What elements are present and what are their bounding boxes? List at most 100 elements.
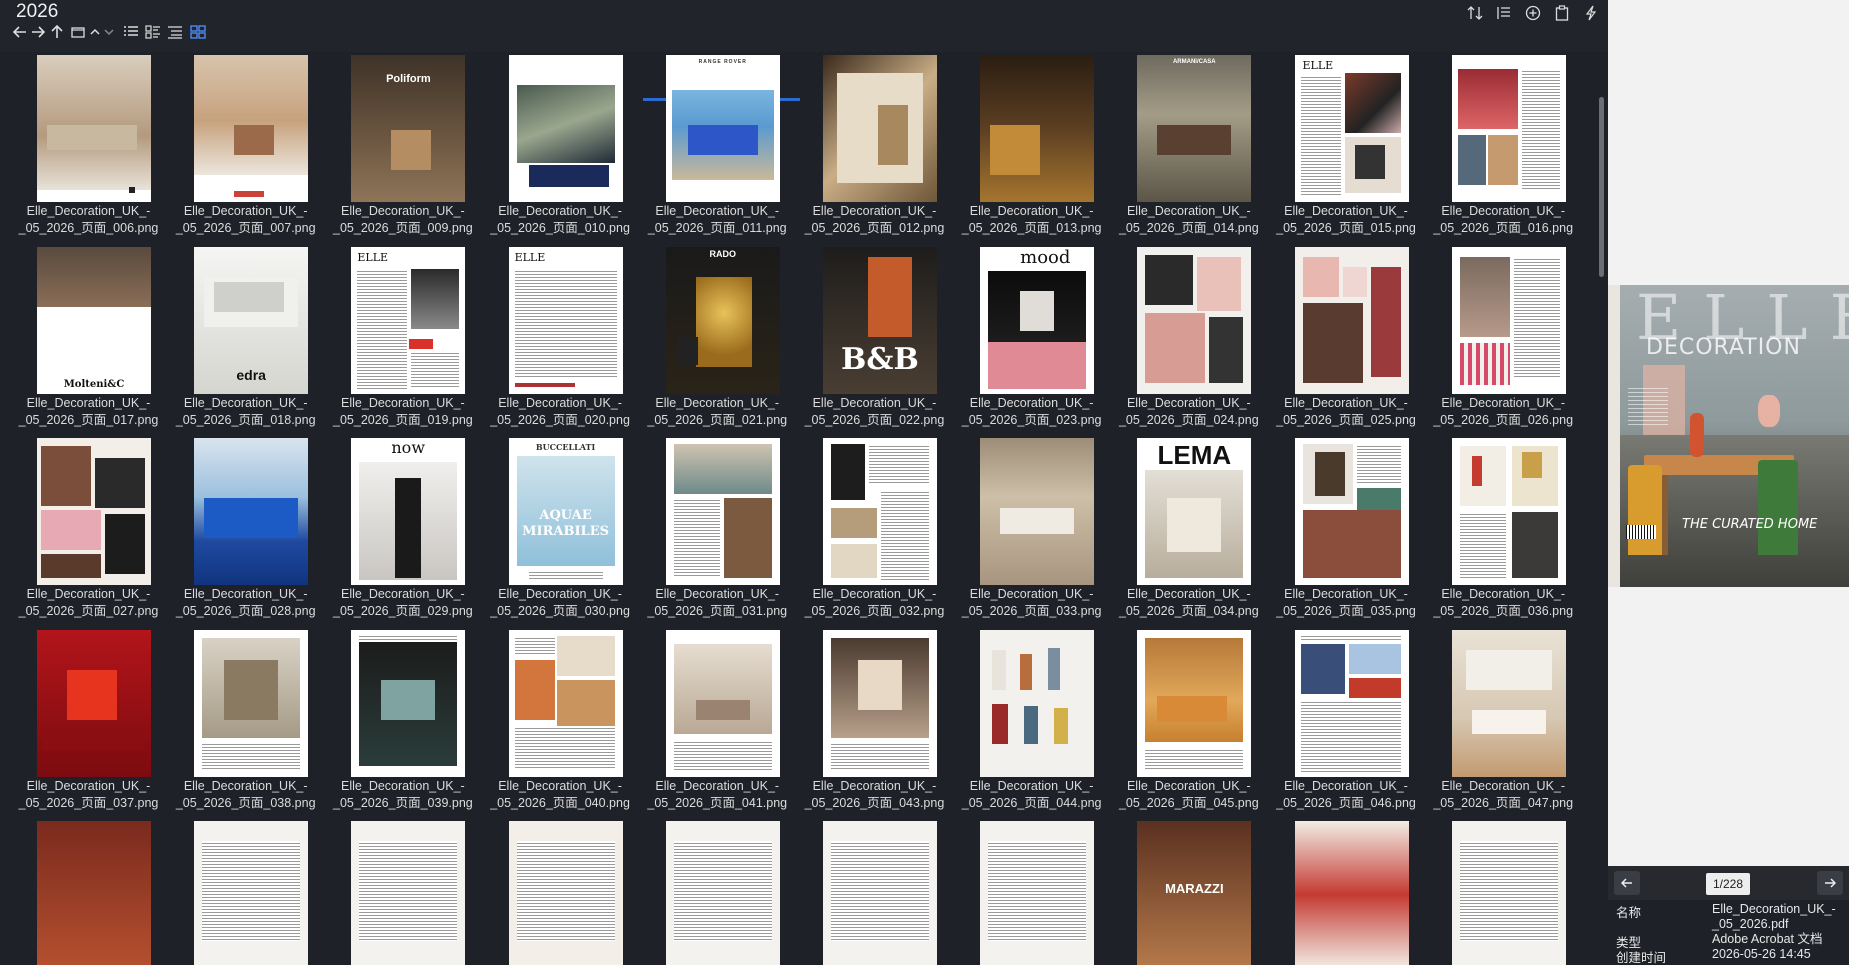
- lightning-icon[interactable]: [1582, 4, 1600, 22]
- file-thumbnail[interactable]: [1294, 629, 1409, 777]
- file-thumbnail[interactable]: [37, 55, 151, 202]
- file-thumbnail[interactable]: [822, 55, 937, 202]
- file-thumbnail[interactable]: mood: [980, 246, 1095, 394]
- file-item[interactable]: Elle_Decoration_UK_- _05_2026_页面_028.png: [167, 435, 324, 626]
- file-item[interactable]: Elle_Decoration_UK_- _05_2026_页面_025.png: [1268, 244, 1425, 435]
- file-item[interactable]: edra Elle_Decoration_UK_- _05_2026_页面_018.…: [167, 244, 324, 435]
- file-item[interactable]: Elle_Decoration_UK_- _05_2026_页面_046.png: [1268, 627, 1425, 818]
- file-item[interactable]: Elle_Decoration_UK_- _05_2026_页面_010.png: [482, 52, 639, 243]
- columns-icon[interactable]: [1495, 4, 1513, 22]
- file-item[interactable]: ELLE Elle_Decoration_UK_- _05_2026_页面_020.…: [482, 244, 639, 435]
- file-item[interactable]: Poliform Elle_Decoration_UK_- _05_2026_页面_…: [324, 52, 481, 243]
- file-item[interactable]: Elle_Decoration_UK_- _05_2026_页面_032.png: [796, 435, 953, 626]
- file-item-partial[interactable]: [1425, 818, 1582, 965]
- file-item[interactable]: Elle_Decoration_UK_- _05_2026_页面_007.png: [167, 52, 324, 243]
- file-item-partial[interactable]: [167, 818, 324, 965]
- file-item-partial[interactable]: [10, 818, 167, 965]
- file-item[interactable]: Elle_Decoration_UK_- _05_2026_页面_031.png: [639, 435, 796, 626]
- file-item-partial[interactable]: [953, 818, 1110, 965]
- file-item[interactable]: Elle_Decoration_UK_- _05_2026_页面_040.png: [482, 627, 639, 818]
- file-item[interactable]: Elle_Decoration_UK_- _05_2026_页面_027.png: [10, 435, 167, 626]
- file-item-partial[interactable]: [324, 818, 481, 965]
- file-thumbnail[interactable]: [194, 438, 309, 586]
- file-item[interactable]: ELLE Elle_Decoration_UK_- _05_2026_页面_015.…: [1268, 52, 1425, 243]
- file-item[interactable]: Elle_Decoration_UK_- _05_2026_页面_012.png: [796, 52, 953, 243]
- file-item[interactable]: Elle_Decoration_UK_- _05_2026_页面_013.png: [953, 52, 1110, 243]
- file-item-partial[interactable]: MARAZZI: [1110, 818, 1267, 965]
- file-item[interactable]: Elle_Decoration_UK_- _05_2026_页面_016.png: [1425, 52, 1582, 243]
- file-thumbnail[interactable]: BUCCELLATI AQUAE MIRABILES: [508, 438, 623, 586]
- file-item[interactable]: Elle_Decoration_UK_- _05_2026_页面_037.png: [10, 627, 167, 818]
- file-item[interactable]: Elle_Decoration_UK_- _05_2026_页面_038.png: [167, 627, 324, 818]
- file-thumbnail[interactable]: [980, 438, 1095, 586]
- next-page-button[interactable]: [1817, 871, 1843, 895]
- file-thumbnail[interactable]: [1294, 246, 1409, 394]
- file-thumbnail[interactable]: [508, 55, 623, 202]
- file-item[interactable]: Elle_Decoration_UK_- _05_2026_页面_044.png: [953, 627, 1110, 818]
- file-item[interactable]: Elle_Decoration_UK_- _05_2026_页面_035.png: [1268, 435, 1425, 626]
- file-thumbnail[interactable]: [351, 821, 466, 965]
- file-item[interactable]: mood Elle_Decoration_UK_- _05_2026_页面_023.…: [953, 244, 1110, 435]
- folder-icon[interactable]: [70, 24, 86, 40]
- clipboard-icon[interactable]: [1553, 4, 1571, 22]
- list-view-icon[interactable]: [166, 23, 184, 41]
- file-thumbnail[interactable]: [351, 629, 466, 777]
- file-item[interactable]: RANGE ROVER Elle_Decoration_UK_- _05_2026_…: [639, 52, 796, 243]
- file-thumbnail[interactable]: LEMA: [1137, 438, 1252, 586]
- file-thumbnail[interactable]: now: [351, 438, 466, 586]
- file-thumbnail[interactable]: [1137, 246, 1252, 394]
- file-item[interactable]: Molteni&C Elle_Decoration_UK_- _05_2026_页面…: [10, 244, 167, 435]
- file-thumbnail[interactable]: MARAZZI: [1137, 821, 1252, 965]
- back-icon[interactable]: [12, 24, 28, 40]
- add-icon[interactable]: [1524, 4, 1542, 22]
- file-item-partial[interactable]: [1268, 818, 1425, 965]
- file-item-partial[interactable]: [796, 818, 953, 965]
- file-thumbnail[interactable]: [1451, 246, 1566, 394]
- file-thumbnail[interactable]: [1451, 55, 1566, 202]
- up-icon[interactable]: [49, 24, 65, 40]
- file-item[interactable]: Elle_Decoration_UK_- _05_2026_页面_006.png: [10, 52, 167, 243]
- file-thumbnail[interactable]: Poliform: [351, 55, 466, 202]
- file-item[interactable]: Elle_Decoration_UK_- _05_2026_页面_047.png: [1425, 627, 1582, 818]
- file-thumbnail[interactable]: [194, 55, 309, 202]
- details-view-icon[interactable]: [122, 23, 140, 41]
- file-thumbnail[interactable]: [822, 821, 937, 965]
- file-thumbnail[interactable]: [980, 821, 1095, 965]
- file-item[interactable]: Elle_Decoration_UK_- _05_2026_页面_036.png: [1425, 435, 1582, 626]
- file-item[interactable]: ELLE Elle_Decoration_UK_- _05_2026_页面_019.…: [324, 244, 481, 435]
- file-item[interactable]: Elle_Decoration_UK_- _05_2026_页面_039.png: [324, 627, 481, 818]
- file-thumbnail[interactable]: [1451, 821, 1566, 965]
- file-item[interactable]: Elle_Decoration_UK_- _05_2026_页面_043.png: [796, 627, 953, 818]
- file-item[interactable]: ARMANI/CASA Elle_Decoration_UK_- _05_2026_…: [1110, 52, 1267, 243]
- file-item[interactable]: B&B Elle_Decoration_UK_- _05_2026_页面_022.p…: [796, 244, 953, 435]
- file-item[interactable]: now Elle_Decoration_UK_- _05_2026_页面_029.p…: [324, 435, 481, 626]
- tiles-view-icon[interactable]: [144, 23, 162, 41]
- file-thumbnail[interactable]: [1294, 821, 1409, 965]
- file-thumbnail[interactable]: RADO: [665, 246, 780, 394]
- file-thumbnail[interactable]: [37, 821, 151, 965]
- file-thumbnail[interactable]: B&B: [822, 246, 937, 394]
- file-thumbnail[interactable]: [1451, 438, 1566, 586]
- sort-icon[interactable]: [1466, 4, 1484, 22]
- file-thumbnail[interactable]: [980, 629, 1095, 777]
- file-item[interactable]: RADO Elle_Decoration_UK_- _05_2026_页面_021.…: [639, 244, 796, 435]
- grid-view-icon[interactable]: [188, 23, 208, 41]
- file-thumbnail[interactable]: [1137, 629, 1252, 777]
- file-thumbnail[interactable]: [822, 629, 937, 777]
- file-thumbnail[interactable]: edra: [194, 246, 309, 394]
- sort-down-icon[interactable]: [102, 24, 116, 40]
- file-thumbnail[interactable]: [1451, 629, 1566, 777]
- file-thumbnail[interactable]: [822, 438, 937, 586]
- sort-up-icon[interactable]: [88, 24, 102, 40]
- file-thumbnail[interactable]: [665, 438, 780, 586]
- file-thumbnail[interactable]: ELLE: [508, 246, 623, 394]
- file-thumbnail[interactable]: ELLE: [351, 246, 466, 394]
- file-thumbnail[interactable]: [1294, 438, 1409, 586]
- previous-page-button[interactable]: [1614, 871, 1640, 895]
- file-item[interactable]: BUCCELLATI AQUAE MIRABILES Elle_Decoration…: [482, 435, 639, 626]
- file-item[interactable]: Elle_Decoration_UK_- _05_2026_页面_024.png: [1110, 244, 1267, 435]
- file-item[interactable]: Elle_Decoration_UK_- _05_2026_页面_033.png: [953, 435, 1110, 626]
- file-thumbnail[interactable]: RANGE ROVER: [665, 55, 780, 202]
- file-thumbnail[interactable]: [665, 821, 780, 965]
- file-item-partial[interactable]: [639, 818, 796, 965]
